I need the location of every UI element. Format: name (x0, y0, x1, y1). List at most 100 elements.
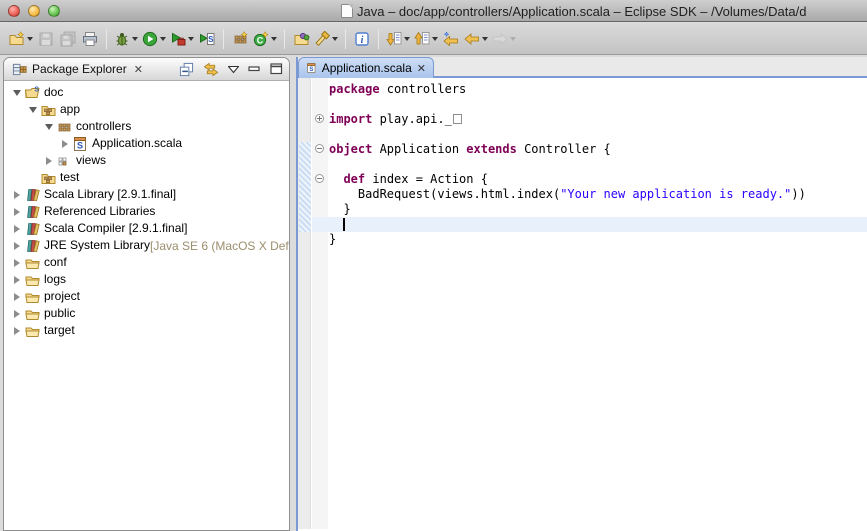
forward-arrow-icon (492, 31, 508, 47)
maximize-icon[interactable] (270, 63, 283, 75)
run-scala-application-button[interactable]: S (196, 27, 218, 51)
expand-arrow-icon[interactable] (10, 290, 24, 304)
tree-item-target[interactable]: target (4, 322, 289, 339)
minimize-button[interactable] (28, 5, 40, 17)
open-plugin-artifact-button[interactable] (290, 27, 312, 51)
tree-item-jre[interactable]: JRE System Library [Java SE 6 (MacOS X D… (4, 237, 289, 254)
dropdown-arrow-icon[interactable] (432, 37, 438, 41)
minimize-icon[interactable] (248, 64, 261, 75)
expand-arrow-icon[interactable] (10, 307, 24, 321)
new-java-package-button[interactable] (229, 27, 251, 51)
tree-item-logs[interactable]: logs (4, 271, 289, 288)
link-with-editor-icon[interactable] (203, 62, 219, 77)
close-view-icon[interactable]: ✕ (134, 63, 143, 76)
code-line: BadRequest(views.html.index("Your new ap… (329, 187, 867, 202)
debug-button[interactable] (112, 27, 140, 51)
folder-icon (24, 255, 41, 271)
next-annotation-button[interactable] (384, 27, 412, 51)
last-edit-location-button[interactable] (440, 27, 462, 51)
expand-arrow-icon[interactable] (10, 205, 24, 219)
tree-item-project[interactable]: project (4, 288, 289, 305)
code-line: package controllers (329, 82, 867, 97)
save-icon (38, 31, 54, 47)
dropdown-arrow-icon[interactable] (271, 37, 277, 41)
tree-item-app[interactable]: app (4, 101, 289, 118)
expand-arrow-icon[interactable] (10, 239, 24, 253)
toolbar-separator (345, 29, 346, 49)
previous-annotation-button[interactable] (412, 27, 440, 51)
collapse-arrow-icon[interactable] (26, 103, 40, 117)
range-indicator (299, 142, 311, 232)
toggle-implicit-highlighting-button[interactable]: i (351, 27, 373, 51)
text-caret (343, 218, 345, 231)
tree-item-conf[interactable]: conf (4, 254, 289, 271)
expand-arrow-icon[interactable] (10, 256, 24, 270)
zoom-button[interactable] (48, 5, 60, 17)
tree-item-test[interactable]: test (4, 169, 289, 186)
search-button[interactable] (312, 27, 340, 51)
collapse-arrow-icon[interactable] (42, 120, 56, 134)
new-wizard-icon (8, 31, 25, 47)
dropdown-arrow-icon[interactable] (160, 37, 166, 41)
expand-arrow-icon[interactable] (42, 154, 56, 168)
expand-fold-icon[interactable] (315, 114, 324, 123)
run-button[interactable] (140, 27, 168, 51)
dropdown-arrow-icon[interactable] (132, 37, 138, 41)
back-arrow-icon (464, 31, 480, 47)
collapse-arrow-icon[interactable] (10, 86, 24, 100)
collapse-fold-icon[interactable] (315, 144, 324, 153)
code-line: import play.api._ (329, 112, 867, 127)
new-wizard-button[interactable] (6, 27, 35, 51)
tab-application-scala[interactable]: S Application.scala ✕ (298, 57, 434, 78)
tree-item-scala[interactable]: Scala Library [2.9.1.final] (4, 186, 289, 203)
dropdown-arrow-icon[interactable] (332, 37, 338, 41)
new-class-icon: C (253, 31, 269, 47)
tree-item-public[interactable]: public (4, 305, 289, 322)
project-tree: SdocappcontrollersSApplication.scalaview… (4, 81, 289, 339)
expand-arrow-icon[interactable] (58, 137, 72, 151)
expand-arrow-icon[interactable] (10, 324, 24, 338)
dropdown-arrow-icon[interactable] (188, 37, 194, 41)
editor-body[interactable]: package controllersimport play.api._obje… (298, 78, 867, 529)
tree-item-views[interactable]: views (4, 152, 289, 169)
tree-item-application.scala[interactable]: SApplication.scala (4, 135, 289, 152)
expand-arrow-icon[interactable] (10, 188, 24, 202)
dropdown-arrow-icon[interactable] (510, 37, 516, 41)
view-menu-icon[interactable] (228, 65, 239, 74)
tree-item-scala[interactable]: Scala Compiler [2.9.1.final] (4, 220, 289, 237)
expand-arrow-icon[interactable] (10, 222, 24, 236)
code-line (329, 97, 867, 112)
scala-file-icon: S (72, 136, 89, 152)
expand-arrow-icon[interactable] (10, 273, 24, 287)
svg-text:S: S (34, 86, 39, 93)
dropdown-arrow-icon[interactable] (404, 37, 410, 41)
library-icon (24, 238, 41, 254)
toolbar-separator (378, 29, 379, 49)
external-tools-button[interactable] (168, 27, 196, 51)
print-button[interactable] (79, 27, 101, 51)
code-text[interactable]: package controllersimport play.api._obje… (329, 82, 867, 247)
external-tools-icon (170, 31, 186, 47)
tree-item-label: JRE System Library (44, 237, 150, 254)
tab-package-explorer[interactable]: Package Explorer ✕ (4, 58, 151, 80)
tree-item-label: doc (44, 84, 63, 101)
collapse-fold-icon[interactable] (315, 174, 324, 183)
tree-item-controllers[interactable]: controllers (4, 118, 289, 135)
close-button[interactable] (8, 5, 20, 17)
tree-item-doc[interactable]: Sdoc (4, 84, 289, 101)
tree-item-label: views (76, 152, 106, 169)
back-button[interactable] (462, 27, 490, 51)
scala-project-folder-icon: S (24, 85, 41, 101)
new-java-class-button[interactable]: C (251, 27, 279, 51)
dropdown-arrow-icon[interactable] (482, 37, 488, 41)
library-icon (24, 221, 41, 237)
code-line (329, 217, 867, 232)
close-editor-icon[interactable]: ✕ (417, 62, 426, 75)
main-toolbar: S Ci (0, 23, 867, 55)
tree-item-referenced[interactable]: Referenced Libraries (4, 203, 289, 220)
print-icon (82, 31, 98, 47)
folder-icon (24, 289, 41, 305)
folded-region-box[interactable] (453, 114, 462, 124)
collapse-all-icon[interactable] (179, 62, 194, 77)
dropdown-arrow-icon[interactable] (27, 37, 33, 41)
